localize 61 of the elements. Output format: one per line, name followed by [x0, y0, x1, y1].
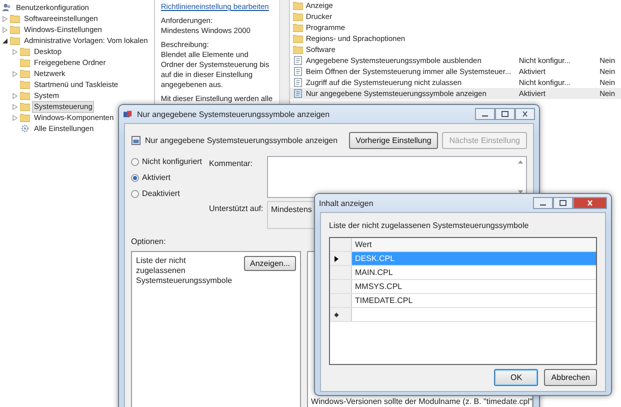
supported-label: Unterstützt auf:: [209, 203, 264, 215]
folder-icon: [292, 34, 303, 43]
list-label: Liste der nicht zugelassenen Systemsteuerungssymbole: [329, 221, 530, 232]
folder-icon: [292, 1, 303, 10]
folder-icon: [292, 12, 303, 21]
radio-label[interactable]: Aktiviert: [142, 173, 170, 182]
document-icon: [292, 56, 303, 65]
navigation-button[interactable]: Vorherige Einstellung: [348, 132, 438, 148]
grid-cell[interactable]: TIMEDATE.CPL: [352, 294, 596, 307]
comment-field[interactable]: [267, 156, 527, 198]
minimize-button[interactable]: [533, 197, 553, 209]
collapsed-arrow-icon[interactable]: [12, 48, 18, 54]
maximize-button[interactable]: [553, 197, 573, 209]
policy-icon: [123, 110, 133, 118]
grid-cell[interactable]: MAIN.CPL: [352, 266, 596, 279]
maximize-icon: [559, 200, 567, 206]
options-label: Optionen:: [131, 237, 166, 248]
collapsed-arrow-icon[interactable]: [2, 16, 8, 22]
document-icon: [292, 78, 303, 87]
policy-header: Nur angegebene Systemsteuerungssymbole anzeigen: [145, 136, 339, 144]
grid-cell[interactable]: MMSYS.CPL: [352, 280, 596, 293]
minimize-button[interactable]: [475, 108, 495, 120]
row-header[interactable]: [330, 252, 352, 265]
current-row-icon: [334, 256, 339, 262]
maximize-icon: [501, 111, 509, 117]
close-button[interactable]: [515, 108, 535, 120]
dialog-button[interactable]: Abbrechen: [544, 369, 597, 386]
collapsed-arrow-icon[interactable]: [12, 70, 18, 76]
collapsed-arrow-icon[interactable]: [12, 92, 18, 98]
help-text: Windows-Versionen sollte der Modulname (z. B. "timedate.cpl": [311, 397, 532, 407]
row-header: [330, 238, 352, 251]
show-button[interactable]: Anzeigen...: [244, 256, 296, 271]
close-button[interactable]: [573, 197, 607, 209]
scroll-up-icon: [518, 160, 523, 164]
gear-icon: [20, 124, 30, 133]
expanded-arrow-icon[interactable]: [2, 38, 8, 44]
close-icon: [521, 111, 529, 117]
radio-button[interactable]: [131, 190, 139, 198]
folder-icon: [292, 45, 303, 54]
users-icon: [2, 3, 12, 12]
collapsed-arrow-icon[interactable]: [12, 114, 18, 120]
close-icon: [586, 200, 594, 206]
window-title: Nur angegebene Systemsteuerungssymbole anzeigen: [137, 110, 330, 118]
folder-icon: [292, 23, 303, 32]
collapsed-arrow-icon[interactable]: [12, 104, 18, 110]
new-row-icon: [334, 312, 339, 318]
document-icon: [292, 67, 303, 76]
policy-icon: [131, 136, 141, 144]
radio-label[interactable]: Deaktiviert: [142, 189, 180, 198]
column-header[interactable]: Wert: [352, 238, 596, 251]
dialog-button[interactable]: OK: [494, 369, 538, 386]
comment-label: Kommentar:: [209, 158, 254, 170]
radio-button[interactable]: [131, 174, 139, 182]
document-icon: [292, 89, 303, 98]
maximize-button[interactable]: [495, 108, 515, 120]
window-title: Inhalt anzeigen: [319, 198, 374, 208]
radio-button[interactable]: [131, 158, 139, 166]
option-label: Liste der nicht zugelassenen Systemsteuerungssymbole: [136, 256, 234, 286]
collapsed-arrow-icon[interactable]: [2, 26, 8, 32]
row-header[interactable]: [330, 308, 352, 321]
radio-label[interactable]: Nicht konfiguriert: [142, 157, 202, 166]
